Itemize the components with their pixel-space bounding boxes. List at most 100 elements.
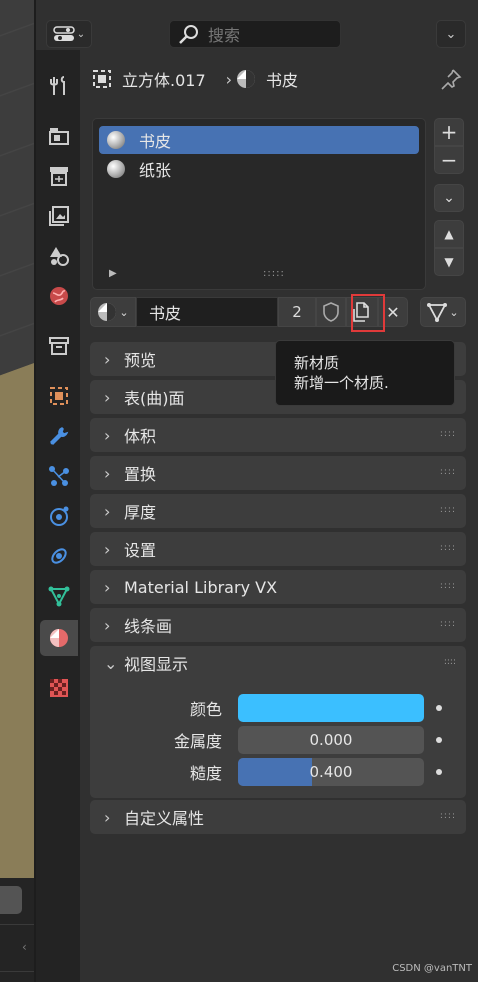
roughness-value: 0.400 (309, 763, 353, 781)
panel-label: Material Library VX (124, 577, 278, 597)
texture-icon (50, 679, 68, 697)
browse-material-button[interactable]: ⌄ (90, 297, 136, 327)
properties-editor: ⌄ 搜索 ⌄ 立方体.017 › 书皮 书皮 纸张 ▶::::: + − ⌄ … (36, 0, 478, 982)
slot-specials-button[interactable]: ⌄ (434, 184, 464, 212)
constraints-icon (51, 548, 67, 564)
list-item[interactable]: 书皮 (99, 126, 419, 154)
drag-grip-icon[interactable]: :::: (440, 429, 456, 439)
breadcrumb-material: 书皮 (266, 71, 299, 90)
metallic-value: 0.000 (309, 731, 353, 749)
panel-header[interactable]: ⌄ 视图显示 :::: (90, 646, 466, 680)
tab-constraints[interactable] (40, 538, 78, 574)
drag-grip-icon[interactable]: :::: (444, 657, 456, 667)
move-slot-down-button[interactable]: ▼ (434, 248, 464, 276)
add-slot-button[interactable]: + (434, 118, 464, 146)
tab-output[interactable] (40, 158, 78, 194)
metallic-label: 金属度 (173, 732, 222, 751)
tab-modifiers[interactable] (40, 418, 78, 454)
editor-type-button[interactable]: ⌄ (46, 20, 92, 48)
breadcrumb: 立方体.017 › 书皮 (92, 66, 308, 92)
breadcrumb-object: 立方体.017 (122, 71, 206, 90)
tab-world[interactable] (40, 278, 78, 314)
scene-icon (50, 247, 69, 266)
expand-triangle-icon[interactable]: ▶ (109, 268, 117, 279)
triangle-down-icon: ▼ (444, 255, 454, 269)
mesh-data-icon (427, 303, 448, 322)
timeline-button[interactable] (0, 886, 22, 914)
material-name-field[interactable]: 书皮 (136, 297, 278, 327)
chevron-right-icon: › (104, 615, 111, 635)
user-count-button[interactable]: 2 (278, 297, 316, 327)
panel-custom-properties[interactable]: › 自定义属性 :::: (90, 800, 466, 834)
collapse-arrow-icon[interactable]: ‹ (22, 940, 27, 954)
chevron-down-icon: ⌄ (443, 190, 455, 206)
render-icon (49, 128, 69, 145)
tab-particles[interactable] (40, 458, 78, 494)
highlight-box (351, 294, 385, 332)
keyframe-dot-icon[interactable] (436, 737, 442, 743)
panel-line-art[interactable]: › 线条画 :::: (90, 608, 466, 642)
panel-label: 预览 (124, 351, 157, 370)
tab-texture[interactable] (40, 670, 78, 706)
tab-render[interactable] (40, 118, 78, 154)
slot-label: 书皮 (139, 132, 172, 151)
tab-scene[interactable] (40, 238, 78, 274)
panel-settings[interactable]: › 设置 :::: (90, 532, 466, 566)
tab-material[interactable] (40, 620, 78, 656)
options-dropdown-button[interactable]: ⌄ (436, 20, 466, 48)
roughness-slider[interactable]: 0.400 (238, 758, 424, 786)
tab-data[interactable] (40, 578, 78, 614)
keyframe-dot-icon[interactable] (436, 705, 442, 711)
color-label: 颜色 (189, 700, 222, 719)
material-preview-icon (107, 131, 125, 149)
drag-grip-icon[interactable]: :::: (440, 505, 456, 515)
panel-displacement[interactable]: › 置换 :::: (90, 456, 466, 490)
drag-grip-icon[interactable]: :::: (440, 467, 456, 477)
3d-viewport-edge: ‹ (0, 0, 34, 982)
drag-grip-icon[interactable]: :::: (440, 581, 456, 591)
material-icon (50, 629, 68, 647)
metallic-slider[interactable]: 0.000 (238, 726, 424, 754)
tooltip-title: 新材质 (294, 354, 340, 372)
drag-grip-icon[interactable]: :::: (440, 543, 456, 553)
pin-icon[interactable] (440, 68, 462, 90)
panel-material-library[interactable]: › Material Library VX :::: (90, 570, 466, 604)
fake-user-button[interactable] (316, 297, 346, 327)
color-swatch[interactable] (238, 694, 424, 722)
search-input[interactable]: 搜索 (169, 20, 341, 48)
chevron-right-icon: › (104, 501, 111, 521)
panel-thickness[interactable]: › 厚度 :::: (90, 494, 466, 528)
chevron-down-icon: ⌄ (445, 26, 457, 42)
panel-viewport-display: ⌄ 视图显示 :::: 颜色 金属度 0.000 糙度 0.400 (90, 646, 466, 798)
drag-grip-icon[interactable]: :::: (440, 811, 456, 821)
tab-tool[interactable] (40, 68, 78, 104)
chevron-right-icon: › (104, 349, 111, 369)
collection-icon (49, 337, 69, 355)
tooltip: 新材质 新增一个材质. (275, 340, 455, 406)
link-mode-dropdown[interactable]: ⌄ (420, 297, 466, 327)
triangle-up-icon: ▲ (444, 227, 454, 241)
tab-view-layer[interactable] (40, 198, 78, 234)
material-slot-list[interactable]: 书皮 纸张 ▶ ::::: (92, 118, 426, 290)
drag-grip-icon[interactable]: :::: (440, 619, 456, 629)
keyframe-dot-icon[interactable] (436, 769, 442, 775)
chevron-down-icon: ⌄ (449, 305, 459, 319)
tab-physics[interactable] (40, 498, 78, 534)
divider (0, 924, 34, 925)
user-count: 2 (292, 303, 302, 321)
chevron-right-icon: › (104, 463, 111, 483)
list-item[interactable]: 纸张 (99, 155, 419, 183)
material-properties: 立方体.017 › 书皮 书皮 纸张 ▶ ::::: + − ⌄ ▲ ▼ ⌄ 书… (80, 50, 478, 982)
search-placeholder: 搜索 (208, 26, 241, 45)
chevron-down-icon: ⌄ (119, 305, 129, 319)
minus-icon: − (440, 148, 458, 172)
panel-label: 体积 (124, 427, 157, 446)
slot-label: 纸张 (139, 161, 172, 180)
tab-object[interactable] (40, 378, 78, 414)
move-slot-up-button[interactable]: ▲ (434, 220, 464, 248)
tab-collection[interactable] (40, 328, 78, 364)
panel-volume[interactable]: › 体积 :::: (90, 418, 466, 452)
properties-editor-icon (53, 26, 75, 41)
remove-slot-button[interactable]: − (434, 146, 464, 174)
resize-grip-icon[interactable]: ::::: (263, 268, 285, 279)
